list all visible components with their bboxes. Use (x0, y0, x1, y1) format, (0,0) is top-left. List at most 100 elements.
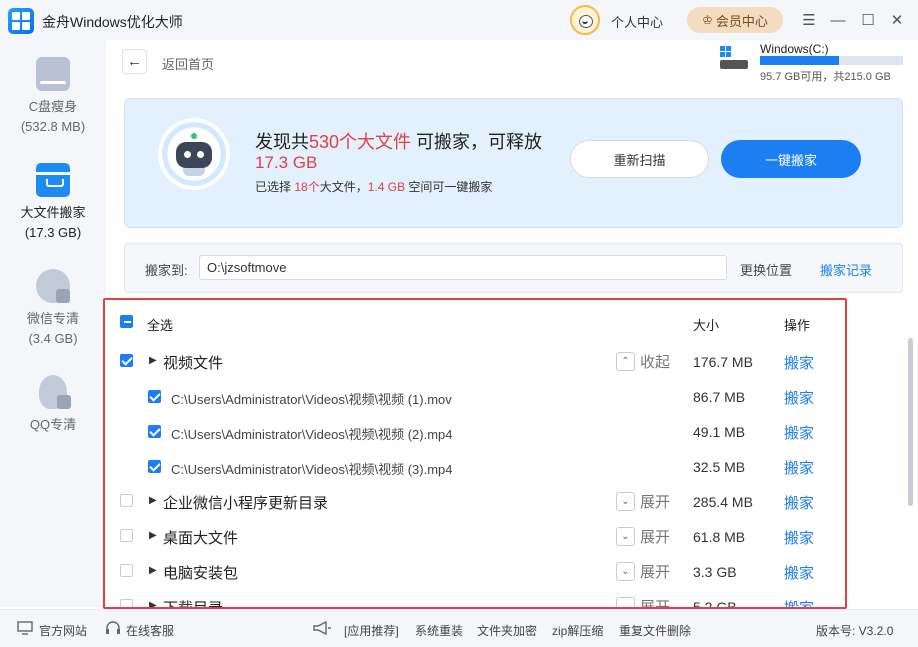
select-all-checkbox[interactable] (120, 315, 133, 328)
expand-toggle[interactable]: ⌄ 展开 (616, 561, 670, 582)
file-path: C:\Users\Administrator\Videos\视频\视频 (3).… (171, 462, 453, 477)
footer-link-duplicate-delete[interactable]: 重复文件删除 (619, 622, 691, 639)
user-avatar[interactable] (570, 5, 600, 35)
sidebar-item-c-drive-slim[interactable]: C盘瘦身 (532.8 MB) (0, 57, 106, 137)
personal-center-link[interactable]: 个人中心 (611, 12, 663, 31)
expand-toggle[interactable]: ⌄ 展开 (616, 491, 670, 512)
group-checkbox[interactable] (120, 564, 133, 577)
move-history-link[interactable]: 搬家记录 (820, 260, 872, 279)
group-checkbox[interactable] (120, 529, 133, 542)
chevron-down-icon: ⌄ (616, 562, 635, 581)
sidebar-item-label: QQ专清 (29, 417, 77, 432)
action-column-header: 操作 (784, 318, 811, 333)
footer-link-system-reinstall[interactable]: 系统重装 (415, 622, 463, 639)
back-home-link[interactable]: 返回首页 (162, 54, 214, 73)
sidebar-item-size: (17.3 GB) (24, 225, 82, 240)
sidebar-item-size: (3.4 GB) (28, 331, 78, 346)
sidebar-item-qq-clean[interactable]: QQ专清 (0, 375, 106, 435)
sidebar-item-large-file-move[interactable]: 大文件搬家 (17.3 GB) (0, 163, 106, 243)
file-checkbox[interactable] (148, 460, 161, 473)
file-row[interactable]: C:\Users\Administrator\Videos\视频\视频 (2).… (105, 414, 845, 449)
expand-triangle-icon[interactable]: ▶ (149, 565, 157, 576)
scan-summary-title: 发现共530个大文件 可搬家，可释放 (255, 132, 543, 152)
group-checkbox[interactable] (120, 494, 133, 507)
chevron-down-icon: ⌄ (616, 492, 635, 511)
group-name: 电脑安装包 (163, 565, 239, 582)
file-path: C:\Users\Administrator\Videos\视频\视频 (1).… (171, 392, 452, 407)
back-arrow-icon[interactable]: ← (122, 49, 147, 74)
group-size: 285.4 MB (693, 494, 753, 510)
expand-toggle[interactable]: ⌄ 展开 (616, 596, 670, 607)
headset-icon (105, 621, 121, 635)
disk-icon (36, 57, 70, 91)
title-bar: 金舟Windows优化大师 个人中心 ♔ 会员中心 ☰ — ☐ ✕ (0, 0, 918, 40)
file-size: 86.7 MB (693, 389, 746, 405)
chevron-up-icon: ⌃ (616, 352, 635, 371)
sidebar-item-wechat-clean[interactable]: 微信专清 (3.4 GB) (0, 269, 106, 349)
file-size: 49.1 MB (693, 424, 746, 440)
move-destination-label: 搬家到: (145, 263, 188, 278)
group-row-wecom-updates[interactable]: ▶ 企业微信小程序更新目录 ⌄ 展开 285.4 MB 搬家 (105, 484, 845, 519)
file-size: 32.5 MB (693, 459, 746, 475)
expand-triangle-icon[interactable]: ▶ (149, 600, 157, 607)
minimize-icon[interactable]: — (828, 10, 848, 30)
drive-usage-fill (760, 56, 840, 65)
online-support-link[interactable]: 在线客服 (126, 622, 174, 639)
drive-usage-bar (760, 56, 903, 65)
crown-icon: ♔ (702, 13, 713, 27)
one-click-move-button[interactable]: 一键搬家 (721, 140, 861, 178)
vip-center-button[interactable]: ♔ 会员中心 (687, 7, 783, 33)
move-destination-input[interactable]: O:\jzsoftmove (199, 255, 727, 280)
footer-link-folder-encrypt[interactable]: 文件夹加密 (477, 622, 537, 639)
select-all-label: 全选 (147, 318, 174, 333)
footer: 官方网站 在线客服 [应用推荐] 系统重装 文件夹加密 zip解压缩 重复文件删… (0, 609, 918, 647)
group-checkbox[interactable] (120, 354, 133, 367)
expand-toggle[interactable]: ⌄ 展开 (616, 526, 670, 547)
footer-link-zip[interactable]: zip解压缩 (552, 622, 603, 639)
move-action-link[interactable]: 搬家 (784, 352, 814, 373)
file-row[interactable]: C:\Users\Administrator\Videos\视频\视频 (1).… (105, 379, 845, 414)
group-name: 桌面大文件 (163, 530, 239, 547)
file-row[interactable]: C:\Users\Administrator\Videos\视频\视频 (3).… (105, 449, 845, 484)
collapse-toggle[interactable]: ⌃ 收起 (616, 351, 670, 372)
move-action-link[interactable]: 搬家 (784, 387, 814, 408)
menu-icon[interactable]: ☰ (799, 10, 819, 30)
official-website-link[interactable]: 官方网站 (39, 622, 87, 639)
move-action-link[interactable]: 搬家 (784, 492, 814, 513)
qq-icon (39, 375, 71, 409)
close-icon[interactable]: ✕ (887, 10, 907, 30)
megaphone-icon (312, 620, 332, 636)
releasable-size: 17.3 GB (255, 153, 318, 172)
move-action-link[interactable]: 搬家 (784, 562, 814, 583)
expand-triangle-icon[interactable]: ▶ (149, 355, 157, 366)
expand-triangle-icon[interactable]: ▶ (149, 530, 157, 541)
file-checkbox[interactable] (148, 390, 161, 403)
rescan-button[interactable]: 重新扫描 (570, 140, 709, 178)
group-size: 5.2 GB (693, 599, 737, 609)
group-name: 视频文件 (163, 355, 224, 372)
group-row-downloads[interactable]: ▶ 下载目录 ⌄ 展开 5.2 GB 搬家 (105, 589, 845, 609)
group-checkbox[interactable] (120, 599, 133, 607)
group-size: 176.7 MB (693, 354, 753, 370)
app-logo-icon (8, 8, 34, 34)
chevron-down-icon: ⌄ (616, 527, 635, 546)
move-action-link[interactable]: 搬家 (784, 527, 814, 548)
group-name: 下载目录 (163, 600, 224, 609)
move-action-link[interactable]: 搬家 (784, 422, 814, 443)
file-checkbox[interactable] (148, 425, 161, 438)
expand-triangle-icon[interactable]: ▶ (149, 495, 157, 506)
sidebar-item-label: 微信专清 (26, 311, 79, 326)
maximize-icon[interactable]: ☐ (858, 10, 878, 30)
box-icon (36, 163, 70, 197)
move-action-link[interactable]: 搬家 (784, 597, 814, 607)
group-row-installers[interactable]: ▶ 电脑安装包 ⌄ 展开 3.3 GB 搬家 (105, 554, 845, 589)
change-location-link[interactable]: 更换位置 (740, 260, 792, 279)
sidebar-item-size: (532.8 MB) (20, 119, 86, 134)
group-name: 企业微信小程序更新目录 (163, 495, 329, 512)
group-row-videos[interactable]: ▶ 视频文件 ⌃ 收起 176.7 MB 搬家 (105, 344, 845, 379)
group-row-desktop-files[interactable]: ▶ 桌面大文件 ⌄ 展开 61.8 MB 搬家 (105, 519, 845, 554)
list-scrollbar[interactable] (908, 338, 913, 506)
group-size: 3.3 GB (693, 564, 737, 580)
drive-icon (720, 46, 748, 71)
move-action-link[interactable]: 搬家 (784, 457, 814, 478)
